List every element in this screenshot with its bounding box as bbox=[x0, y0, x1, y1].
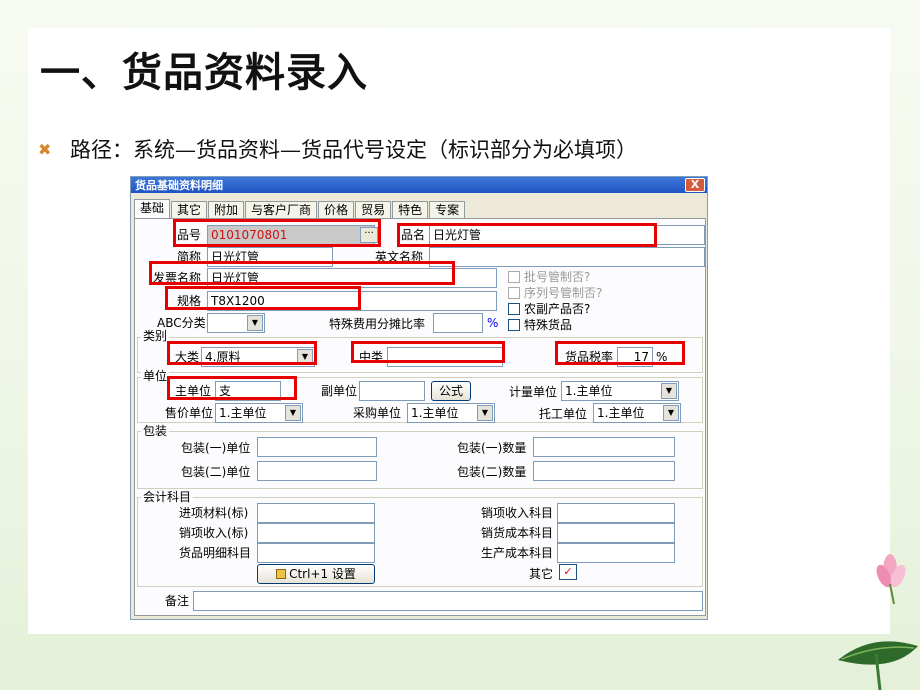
production-cost-account-label: 生产成本科目 bbox=[481, 546, 554, 560]
batch-control-checkbox[interactable] bbox=[508, 271, 520, 283]
pack2-qty-label: 包装(二)数量 bbox=[457, 465, 527, 479]
sales-cost-account-label: 销货成本科目 bbox=[481, 526, 554, 540]
other-label: 其它 bbox=[529, 567, 554, 581]
other-checkbox[interactable]: ✓ bbox=[559, 564, 577, 580]
package-group-title: 包装 bbox=[141, 424, 170, 438]
tab-trade[interactable]: 贸易 bbox=[355, 201, 392, 219]
settings-icon bbox=[276, 569, 287, 579]
slide-title: 一、货品资料录入 bbox=[40, 50, 368, 96]
sales-cost-account-field[interactable] bbox=[557, 523, 675, 543]
item-detail-dialog: 货品基础资料明细 X 基础 其它 附加 与客户厂商 价格 贸易 特色 专案 品号… bbox=[130, 176, 708, 620]
sales-income-std-field[interactable] bbox=[257, 523, 375, 543]
chevron-down-icon[interactable]: ▼ bbox=[285, 405, 301, 421]
chevron-down-icon[interactable]: ▼ bbox=[661, 383, 677, 399]
required-highlight-mid-class bbox=[351, 341, 505, 363]
purchase-unit-label: 采购单位 bbox=[353, 406, 402, 420]
category-group-title: 类别 bbox=[141, 329, 170, 343]
basic-tab-page: 品号 0101070801 ··· 品名 日光灯管 简称 日光灯管 英文名称 发… bbox=[134, 218, 706, 616]
bullet-line: ✖ 路径：系统—货品资料—货品代号设定（标识部分为必填项） bbox=[38, 134, 637, 164]
abc-class-label: ABC分类 bbox=[157, 316, 206, 330]
sub-unit-field[interactable] bbox=[359, 381, 425, 401]
sales-income-account-label: 销项收入科目 bbox=[481, 506, 554, 520]
dialog-title: 货品基础资料明细 bbox=[135, 179, 223, 192]
lotus-flower-icon bbox=[876, 554, 906, 604]
accounting-group-title: 会计科目 bbox=[141, 490, 194, 504]
dialog-title-bar[interactable]: 货品基础资料明细 X bbox=[131, 177, 707, 193]
sub-unit-label: 副单位 bbox=[321, 384, 358, 398]
lotus-leaf-icon bbox=[838, 641, 918, 690]
tab-strip: 基础 其它 附加 与客户厂商 价格 贸易 特色 专案 bbox=[134, 199, 466, 219]
in-material-field[interactable] bbox=[257, 503, 375, 523]
formula-button[interactable]: 公式 bbox=[431, 381, 471, 401]
special-item-label: 特殊货品 bbox=[524, 318, 573, 332]
ctrl1-settings-button[interactable]: Ctrl+1 设置 bbox=[257, 564, 375, 584]
pack1-qty-label: 包装(一)数量 bbox=[457, 441, 527, 455]
sale-unit-label: 售价单位 bbox=[165, 406, 214, 420]
item-detail-account-label: 货品明细科目 bbox=[179, 546, 252, 560]
production-cost-account-field[interactable] bbox=[557, 543, 675, 563]
chevron-down-icon[interactable]: ▼ bbox=[663, 405, 679, 421]
tab-project[interactable]: 专案 bbox=[429, 201, 466, 219]
serial-control-label: 序列号管制否? bbox=[524, 286, 603, 300]
tab-customer-vendor[interactable]: 与客户厂商 bbox=[245, 201, 318, 219]
required-highlight-main-unit bbox=[167, 376, 297, 400]
ctrl1-settings-label: Ctrl+1 设置 bbox=[289, 567, 356, 581]
serial-control-checkbox[interactable] bbox=[508, 287, 520, 299]
special-item-checkbox[interactable] bbox=[508, 319, 520, 331]
in-material-label: 进项材料(标) bbox=[179, 506, 249, 520]
sales-income-std-label: 销项收入(标) bbox=[179, 526, 249, 540]
required-highlight-item-no bbox=[173, 219, 381, 247]
special-fee-label: 特殊费用分摊比率 bbox=[329, 317, 426, 331]
agri-product-label: 农副产品否? bbox=[524, 302, 591, 316]
tab-feature[interactable]: 特色 bbox=[392, 201, 429, 219]
sales-income-account-field[interactable] bbox=[557, 503, 675, 523]
agri-product-checkbox[interactable] bbox=[508, 303, 520, 315]
remark-label: 备注 bbox=[165, 594, 190, 608]
special-fee-field[interactable] bbox=[433, 313, 483, 333]
x-mark-icon: ✖ bbox=[38, 139, 52, 159]
required-highlight-major-class bbox=[167, 341, 317, 365]
pack2-unit-field[interactable] bbox=[257, 461, 377, 481]
item-detail-account-field[interactable] bbox=[257, 543, 375, 563]
tab-additional[interactable]: 附加 bbox=[208, 201, 245, 219]
pack1-unit-label: 包装(一)单位 bbox=[181, 441, 251, 455]
calc-unit-label: 计量单位 bbox=[509, 385, 558, 399]
required-highlight-invoice-name bbox=[149, 261, 455, 285]
remark-field[interactable] bbox=[193, 591, 703, 611]
tab-other[interactable]: 其它 bbox=[171, 201, 208, 219]
batch-control-label: 批号管制否? bbox=[524, 270, 591, 284]
required-highlight-spec bbox=[165, 286, 361, 310]
tab-basic[interactable]: 基础 bbox=[134, 199, 171, 219]
pack1-unit-field[interactable] bbox=[257, 437, 377, 457]
chevron-down-icon[interactable]: ▼ bbox=[477, 405, 493, 421]
special-fee-unit: % bbox=[487, 316, 499, 330]
outsource-unit-label: 托工单位 bbox=[539, 407, 588, 421]
pack2-qty-field[interactable] bbox=[533, 461, 675, 481]
required-highlight-item-name bbox=[397, 223, 657, 247]
chevron-down-icon[interactable]: ▼ bbox=[247, 315, 263, 331]
pack1-qty-field[interactable] bbox=[533, 437, 675, 457]
english-name-field[interactable] bbox=[429, 247, 705, 267]
close-button[interactable]: X bbox=[685, 178, 705, 192]
tab-price[interactable]: 价格 bbox=[318, 201, 355, 219]
bullet-text: 路径：系统—货品资料—货品代号设定（标识部分为必填项） bbox=[70, 138, 637, 162]
required-highlight-tax-rate bbox=[555, 341, 685, 365]
pack2-unit-label: 包装(二)单位 bbox=[181, 465, 251, 479]
unit-group-title: 单位 bbox=[141, 369, 170, 383]
